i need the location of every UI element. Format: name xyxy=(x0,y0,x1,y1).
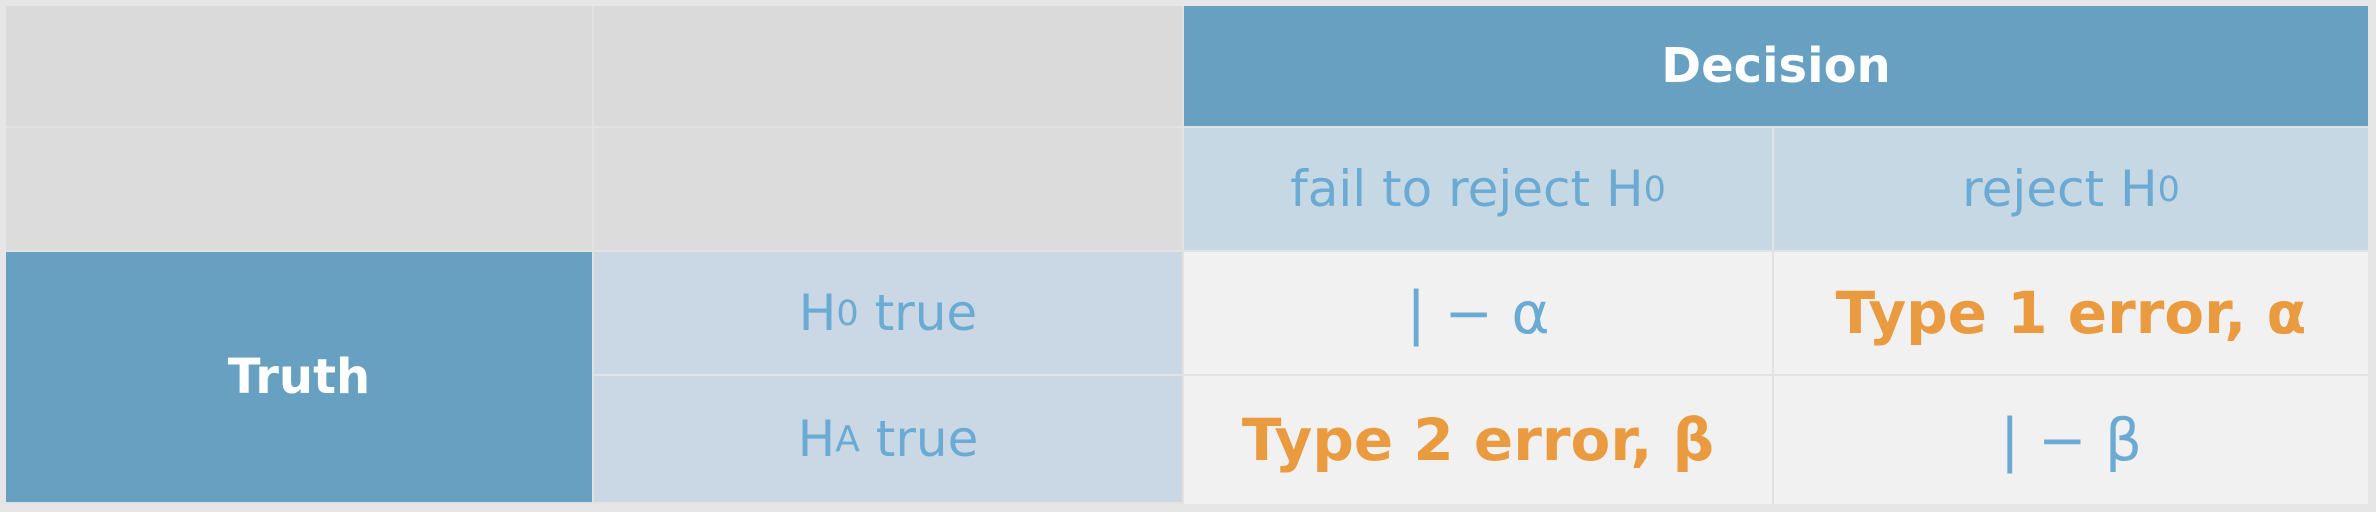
decision-header: Decision xyxy=(1184,6,2368,128)
hypothesis-h0-true: H0 true xyxy=(594,252,1184,376)
hypothesis-ha-true: HA true xyxy=(594,376,1184,504)
hypothesis-prefix: H xyxy=(797,410,836,468)
cell-type-2-error: Type 2 error, β xyxy=(1184,376,1774,504)
decision-option-text: reject H xyxy=(1962,160,2158,218)
decision-option-fail-to-reject: fail to reject H0 xyxy=(1184,128,1774,252)
hypothesis-subscript: A xyxy=(835,418,860,460)
cell-type-1-error: Type 1 error, α xyxy=(1774,252,2368,376)
decision-option-subscript: 0 xyxy=(1643,169,1666,210)
cell-h0-fail-to-reject: | − α xyxy=(1184,252,1774,376)
cell-ha-reject: | − β xyxy=(1774,376,2368,504)
truth-header: Truth xyxy=(6,252,594,504)
hypothesis-suffix: true xyxy=(858,284,978,342)
empty-corner-cell xyxy=(594,6,1184,128)
hypothesis-suffix: true xyxy=(859,410,979,468)
hypothesis-prefix: H xyxy=(798,284,837,342)
empty-corner-cell xyxy=(594,128,1184,252)
empty-corner-cell xyxy=(6,128,594,252)
hypothesis-test-table: Decision fail to reject H0 reject H0 Tru… xyxy=(6,6,2368,504)
decision-option-subscript: 0 xyxy=(2157,169,2180,210)
decision-option-text: fail to reject H xyxy=(1290,160,1644,218)
empty-corner-cell xyxy=(6,6,594,128)
decision-option-reject: reject H0 xyxy=(1774,128,2368,252)
decision-truth-table-page: Decision fail to reject H0 reject H0 Tru… xyxy=(0,0,2376,512)
hypothesis-subscript: 0 xyxy=(836,293,859,334)
